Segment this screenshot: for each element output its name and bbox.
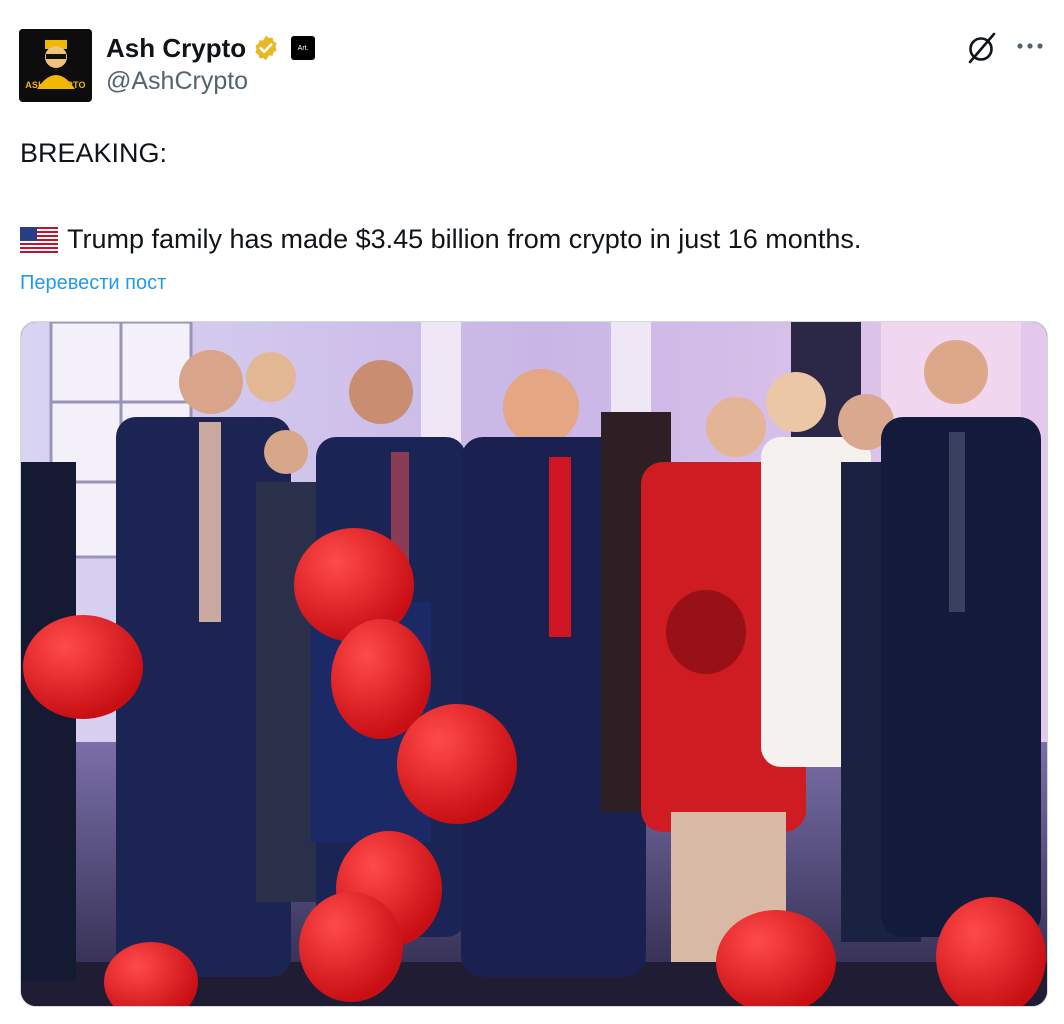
post-text-line-1: BREAKING: <box>20 138 168 168</box>
display-name[interactable]: Ash Crypto <box>106 33 246 64</box>
us-flag-icon <box>20 226 58 253</box>
post-photo <box>21 322 1047 1006</box>
post-text-line-2: Trump family has made $3.45 billion from… <box>67 224 862 254</box>
avatar-label: ASH CRYPTO <box>25 80 86 90</box>
translate-post-link[interactable]: Перевести пост <box>20 272 166 295</box>
author-block: Ash Crypto Art. @AshCrypto <box>106 31 316 96</box>
post-text-line-2-row: Trump family has made $3.45 billion from… <box>20 224 861 255</box>
grok-icon[interactable] <box>964 30 1000 66</box>
verified-badge-icon[interactable] <box>252 34 280 62</box>
affiliate-badge[interactable]: Art. <box>291 36 316 60</box>
avatar[interactable]: ASH CRYPTO <box>19 29 92 102</box>
post-image[interactable] <box>20 321 1048 1007</box>
handle[interactable]: @AshCrypto <box>106 67 315 96</box>
more-icon[interactable] <box>1014 36 1046 56</box>
avatar-cartoon-icon <box>19 29 92 102</box>
name-row: Ash Crypto Art. <box>106 31 316 65</box>
